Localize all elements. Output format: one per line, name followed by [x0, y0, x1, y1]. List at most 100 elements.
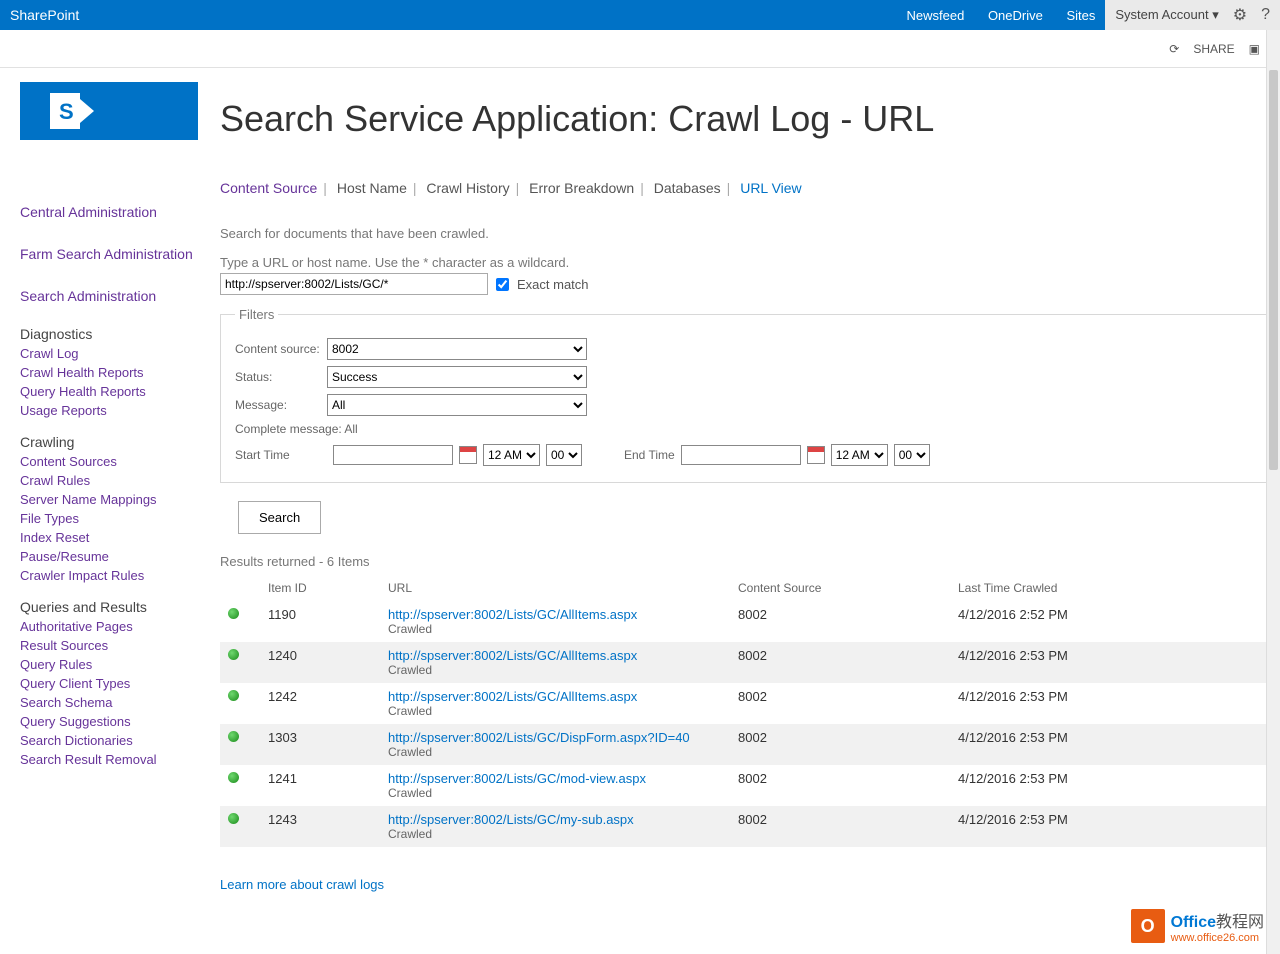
cell-content-source: 8002 [730, 806, 950, 847]
sidebar-item[interactable]: Query Rules [20, 655, 200, 674]
crawl-status-text: Crawled [388, 745, 722, 759]
nav-search-admin[interactable]: Search Administration [20, 284, 200, 308]
table-row: 1240http://spserver:8002/Lists/GC/AllIte… [220, 642, 1268, 683]
learn-more-link[interactable]: Learn more about crawl logs [220, 877, 384, 892]
col-item-id: Item ID [260, 575, 380, 601]
cell-content-source: 8002 [730, 683, 950, 724]
tab-url-view[interactable]: URL View [740, 180, 801, 196]
cell-item-id: 1303 [260, 724, 380, 765]
calendar-icon[interactable] [459, 446, 477, 464]
sidebar-item[interactable]: Index Reset [20, 528, 200, 547]
results-count-label: Results returned - 6 Items [220, 554, 1268, 569]
sidebar-item[interactable]: Pause/Resume [20, 547, 200, 566]
start-min-select[interactable]: 00 [546, 444, 582, 466]
start-date-input[interactable] [333, 445, 453, 465]
filters-fieldset: Filters Content source: 8002 Status: Suc… [220, 307, 1268, 483]
suite-right: System Account ▾ ⚙ ? [1105, 0, 1280, 30]
ribbon-bar: ⟳ SHARE ▣ [0, 30, 1280, 68]
sidebar-item[interactable]: Query Suggestions [20, 712, 200, 731]
nav-farm-search[interactable]: Farm Search Administration [20, 242, 200, 266]
sidebar-item[interactable]: Result Sources [20, 636, 200, 655]
table-row: 1190 http://spserver:8002/Lists/GC/AllIte… [220, 601, 1268, 642]
url-input[interactable] [220, 273, 488, 295]
page-title: Search Service Application: Crawl Log - … [220, 98, 1268, 140]
table-row: 1241http://spserver:8002/Lists/GC/mod-vi… [220, 765, 1268, 806]
gear-icon[interactable]: ⚙ [1233, 5, 1247, 25]
help-icon[interactable]: ? [1261, 6, 1270, 24]
exact-match-checkbox[interactable] [496, 278, 509, 291]
col-status [220, 575, 260, 601]
result-url-link[interactable]: http://spserver:8002/Lists/GC/mod-view.a… [388, 771, 646, 786]
sidebar-item[interactable]: File Types [20, 509, 200, 528]
crawl-status-text: Crawled [388, 704, 722, 718]
sidebar-item[interactable]: Content Sources [20, 452, 200, 471]
sidebar-item[interactable]: Crawler Impact Rules [20, 566, 200, 585]
sidebar-item[interactable]: Authoritative Pages [20, 617, 200, 636]
status-select[interactable]: Success [327, 366, 587, 388]
status-dot-icon [228, 649, 239, 660]
message-select[interactable]: All [327, 394, 587, 416]
sidebar-item[interactable]: Server Name Mappings [20, 490, 200, 509]
main-content: Search Service Application: Crawl Log - … [200, 68, 1268, 892]
sync-icon[interactable]: ⟳ [1169, 42, 1179, 56]
vertical-scrollbar[interactable] [1266, 30, 1280, 954]
end-hour-select[interactable]: 12 AM [831, 444, 888, 466]
result-url-link[interactable]: http://spserver:8002/Lists/GC/AllItems.a… [388, 648, 637, 663]
sidebar-heading: Crawling [20, 434, 200, 450]
cell-content-source: 8002 [730, 765, 950, 806]
table-row: 1242http://spserver:8002/Lists/GC/AllIte… [220, 683, 1268, 724]
cell-last-crawled: 4/12/2016 2:52 PM [950, 601, 1268, 642]
sidebar-item[interactable]: Crawl Log [20, 344, 200, 363]
url-input-label: Type a URL or host name. Use the * chara… [220, 255, 1268, 270]
tab-content-source[interactable]: Content Source [220, 180, 317, 196]
search-button[interactable]: Search [238, 501, 321, 534]
cell-last-crawled: 4/12/2016 2:53 PM [950, 765, 1268, 806]
sidebar-item[interactable]: Query Health Reports [20, 382, 200, 401]
suite-nav: Newsfeed OneDrive Sites [897, 8, 1106, 23]
sidebar-item[interactable]: Search Result Removal [20, 750, 200, 769]
cell-last-crawled: 4/12/2016 2:53 PM [950, 683, 1268, 724]
sidebar-item[interactable]: Search Schema [20, 693, 200, 712]
cell-item-id: 1190 [260, 601, 380, 642]
nav-onedrive[interactable]: OneDrive [978, 8, 1053, 23]
brand-label: SharePoint [0, 7, 897, 23]
table-row: 1303 http://spserver:8002/Lists/GC/DispFo… [220, 724, 1268, 765]
account-menu[interactable]: System Account ▾ [1115, 7, 1218, 23]
end-date-input[interactable] [681, 445, 801, 465]
focus-icon[interactable]: ▣ [1249, 42, 1260, 56]
crawl-status-text: Crawled [388, 827, 722, 841]
sidebar-item[interactable]: Search Dictionaries [20, 731, 200, 750]
calendar-icon[interactable] [807, 446, 825, 464]
crawl-status-text: Crawled [388, 786, 722, 800]
result-url-link[interactable]: http://spserver:8002/Lists/GC/AllItems.a… [388, 607, 637, 622]
nav-sites[interactable]: Sites [1056, 8, 1105, 23]
sharepoint-logo[interactable]: S [20, 82, 198, 140]
share-button[interactable]: SHARE [1193, 42, 1234, 56]
col-url: URL [380, 575, 730, 601]
cell-last-crawled: 4/12/2016 2:53 PM [950, 724, 1268, 765]
result-url-link[interactable]: http://spserver:8002/Lists/GC/my-sub.asp… [388, 812, 634, 827]
result-url-link[interactable]: http://spserver:8002/Lists/GC/DispForm.a… [388, 730, 690, 745]
svg-text:S: S [59, 99, 74, 124]
crawl-status-text: Crawled [388, 622, 722, 636]
start-hour-select[interactable]: 12 AM [483, 444, 540, 466]
nav-central-admin[interactable]: Central Administration [20, 200, 200, 224]
sidebar-item[interactable]: Crawl Rules [20, 471, 200, 490]
tab-host-name[interactable]: Host Name [337, 180, 407, 196]
message-label: Message: [235, 398, 327, 412]
result-url-link[interactable]: http://spserver:8002/Lists/GC/AllItems.a… [388, 689, 637, 704]
tab-databases[interactable]: Databases [654, 180, 721, 196]
sidebar-item[interactable]: Usage Reports [20, 401, 200, 420]
tab-error-breakdown[interactable]: Error Breakdown [529, 180, 634, 196]
status-dot-icon [228, 813, 239, 824]
content-source-select[interactable]: 8002 [327, 338, 587, 360]
col-last-crawled: Last Time Crawled [950, 575, 1268, 601]
sidebar-item[interactable]: Crawl Health Reports [20, 363, 200, 382]
table-row: 1243http://spserver:8002/Lists/GC/my-sub… [220, 806, 1268, 847]
end-min-select[interactable]: 00 [894, 444, 930, 466]
complete-message-value: All [344, 422, 357, 436]
tab-crawl-history[interactable]: Crawl History [426, 180, 509, 196]
nav-newsfeed[interactable]: Newsfeed [897, 8, 975, 23]
sidebar-item[interactable]: Query Client Types [20, 674, 200, 693]
cell-content-source: 8002 [730, 724, 950, 765]
